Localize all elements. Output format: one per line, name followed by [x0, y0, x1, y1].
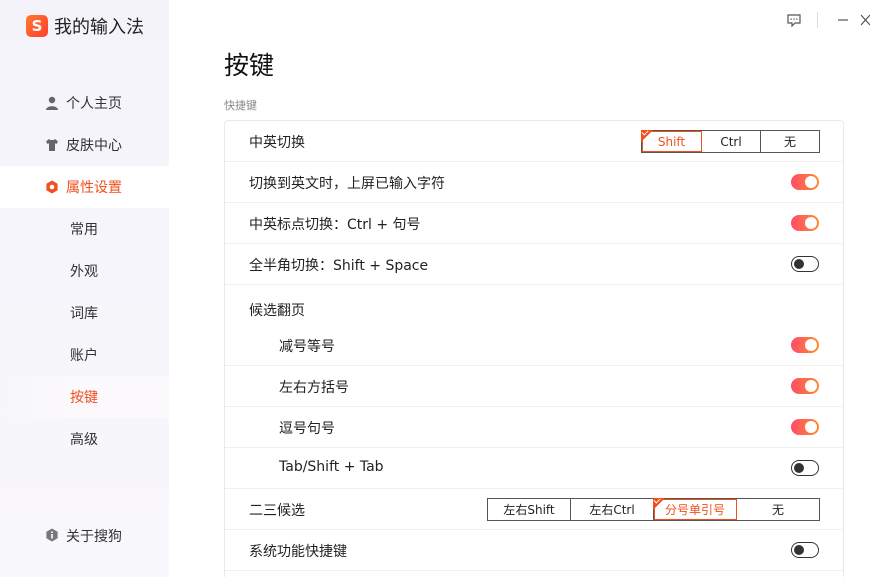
option-label: 无: [771, 503, 784, 517]
selected-check-icon: [641, 130, 653, 142]
option-label: 左右Shift: [503, 503, 555, 517]
option-label: 分号单引号: [664, 503, 725, 517]
setting-row-width-switch: 全半角切换：Shift + Space: [225, 244, 843, 285]
sidebar-item-label: 个人主页: [66, 96, 122, 112]
close-icon: [860, 14, 870, 26]
cn-en-switch-selector: Shift Ctrl 无: [641, 130, 820, 153]
setting-label: 切换到英文时，上屏已输入字符: [249, 176, 445, 192]
close-button[interactable]: [856, 8, 870, 32]
option-shift[interactable]: Shift: [641, 130, 702, 152]
setting-label: 系统功能快捷键: [249, 544, 347, 560]
info-icon: [46, 528, 58, 542]
option-left-right-ctrl[interactable]: 左右Ctrl: [571, 499, 654, 520]
sidebar-subitem-account[interactable]: 账户: [0, 334, 169, 376]
brand: S 我的输入法: [26, 14, 144, 38]
sidebar-item-label: 属性设置: [66, 180, 122, 196]
sidebar-item-label: 关于搜狗: [66, 529, 122, 545]
option-label: Shift: [657, 134, 686, 149]
sidebar-subitem-common[interactable]: 常用: [0, 208, 169, 250]
hexagon-settings-icon: [46, 180, 58, 194]
option-label: Ctrl: [720, 134, 742, 149]
setting-row-punct-switch: 中英标点切换：Ctrl + 句号: [225, 203, 843, 244]
setting-row-second-third: 二三候选 左右Shift 左右Ctrl 分号单引号 无: [225, 489, 843, 530]
feedback-button[interactable]: [781, 8, 807, 32]
feedback-icon: [787, 13, 801, 27]
sidebar-subitem-appearance[interactable]: 外观: [0, 250, 169, 292]
shortcut-settings-panel: 中英切换 Shift Ctrl 无 切换到英文时，上屏已输入字符 中英标点切换：…: [224, 120, 844, 577]
setting-row-brackets: 左右方括号: [225, 366, 843, 407]
setting-label: 中英标点切换：Ctrl + 句号: [249, 217, 421, 233]
second-third-selector: 左右Shift 左右Ctrl 分号单引号 无: [487, 498, 820, 521]
sidebar-subitem-dictionary[interactable]: 词库: [0, 292, 169, 334]
sidebar-item-skins[interactable]: 皮肤中心: [0, 124, 169, 166]
setting-row-comma-period: 逗号句号: [225, 407, 843, 448]
sidebar: S 我的输入法 个人主页 皮肤中心 属性设置 常用 外观 词库 账户 按键 高级…: [0, 0, 169, 577]
sogou-logo-icon: S: [26, 15, 48, 37]
minimize-button[interactable]: [830, 8, 856, 32]
setting-row-minus-equal: 减号等号: [225, 325, 843, 366]
sidebar-item-settings[interactable]: 属性设置: [0, 166, 169, 208]
app-name: 我的输入法: [54, 17, 144, 38]
option-label: 无: [783, 135, 796, 149]
punct-switch-toggle[interactable]: [791, 215, 819, 231]
sidebar-item-profile[interactable]: 个人主页: [0, 82, 169, 124]
setting-label: Tab/Shift + Tab: [279, 459, 384, 475]
sidebar-subitem-keys[interactable]: 按键: [0, 376, 169, 418]
option-ctrl[interactable]: Ctrl: [702, 131, 761, 152]
option-left-right-shift[interactable]: 左右Shift: [488, 499, 571, 520]
setting-row-cn-en-switch: 中英切换 Shift Ctrl 无: [225, 121, 843, 162]
comma-period-toggle[interactable]: [791, 419, 819, 435]
section-label: 快捷键: [224, 99, 257, 112]
system-shortcuts-toggle[interactable]: [791, 542, 819, 558]
setting-label: 二三候选: [249, 503, 305, 519]
window-controls: [781, 8, 870, 32]
sidebar-subitem-advanced[interactable]: 高级: [0, 418, 169, 460]
page-title: 按键: [224, 51, 275, 80]
setting-row-commit-on-switch: 切换到英文时，上屏已输入字符: [225, 162, 843, 203]
setting-row-paging-header: 候选翻页: [225, 285, 843, 325]
option-semicolon-quote[interactable]: 分号单引号: [653, 498, 737, 520]
sidebar-item-about[interactable]: 关于搜狗: [0, 514, 169, 556]
option-none[interactable]: 无: [737, 499, 819, 520]
option-label: 左右Ctrl: [589, 503, 635, 517]
setting-row-system-shortcuts: 系统功能快捷键: [225, 530, 843, 571]
option-none[interactable]: 无: [761, 131, 819, 152]
window-controls-divider: [817, 12, 818, 28]
sidebar-item-label: 皮肤中心: [66, 138, 122, 154]
tab-toggle[interactable]: [791, 460, 819, 476]
setting-label: 逗号句号: [279, 421, 335, 437]
minus-equal-toggle[interactable]: [791, 337, 819, 353]
commit-on-switch-toggle[interactable]: [791, 174, 819, 190]
shirt-icon: [46, 139, 58, 151]
setting-label: 减号等号: [279, 339, 335, 355]
brackets-toggle[interactable]: [791, 378, 819, 394]
sidebar-nav: 个人主页 皮肤中心 属性设置 常用 外观 词库 账户 按键 高级: [0, 82, 169, 460]
setting-row-tab: Tab/Shift + Tab: [225, 448, 843, 489]
selected-check-icon: [653, 498, 665, 510]
width-switch-toggle[interactable]: [791, 256, 819, 272]
setting-label: 中英切换: [249, 135, 305, 151]
person-icon: [46, 96, 58, 110]
setting-label: 左右方括号: [279, 380, 349, 396]
setting-label: 全半角切换：Shift + Space: [249, 258, 429, 274]
section-subheader: 候选翻页: [249, 303, 305, 319]
minimize-icon: [838, 19, 848, 21]
